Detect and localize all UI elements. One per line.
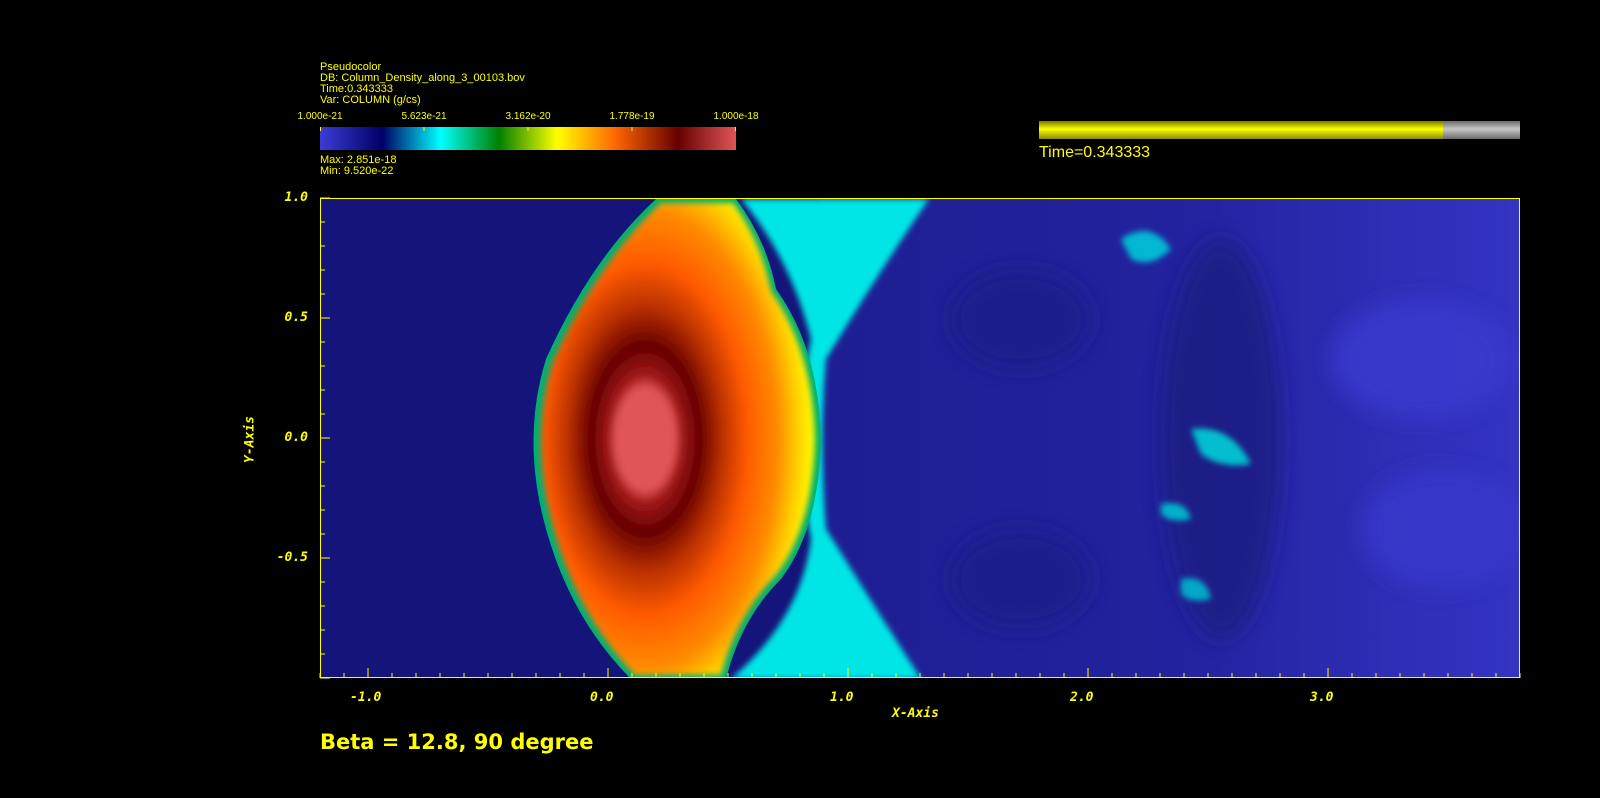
plot-area <box>320 198 1520 678</box>
x-tick-label: 2.0 <box>1070 690 1094 705</box>
time-slider-label: Time=0.343333 <box>1039 144 1151 161</box>
x-axis-title: X-Axis <box>892 706 939 721</box>
pseudocolor-plot <box>321 199 1519 677</box>
x-tick-label: -1.0 <box>350 690 382 705</box>
legend-variable: Var: COLUMN (g/cs) <box>320 94 421 106</box>
time-slider-fill <box>1039 121 1444 139</box>
colorbar-tick-label: 5.623e-21 <box>401 111 447 122</box>
colorbar-tick-label: 3.162e-20 <box>505 111 551 122</box>
y-axis-title: Y-Axis <box>242 416 258 463</box>
colorbar <box>320 127 736 150</box>
legend-min: Min: 9.520e-22 <box>320 165 394 177</box>
time-slider[interactable] <box>1039 121 1520 139</box>
x-tick-label: 0.0 <box>590 690 614 705</box>
x-tick-label: 1.0 <box>830 690 854 705</box>
x-tick-label: 3.0 <box>1310 690 1334 705</box>
y-tick-label: 0.5 <box>284 310 308 325</box>
colorbar-tick-label: 1.000e-18 <box>713 111 759 122</box>
colorbar-tick-label: 1.000e-21 <box>297 111 343 122</box>
colorbar-tick-label: 1.778e-19 <box>609 111 655 122</box>
y-tick-label: -0.5 <box>276 550 308 565</box>
y-tick-label: 1.0 <box>284 190 308 205</box>
y-tick-label: 0.0 <box>284 430 308 445</box>
annotation-text: Beta = 12.8, 90 degree <box>320 730 594 754</box>
